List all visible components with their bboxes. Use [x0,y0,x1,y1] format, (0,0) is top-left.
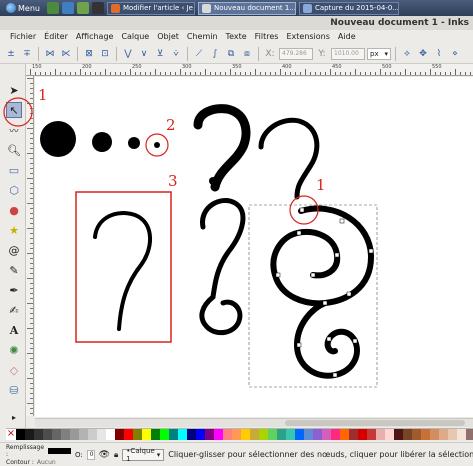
palette-swatch[interactable] [250,429,259,440]
palette-swatch[interactable] [52,429,61,440]
palette-swatch[interactable] [133,429,142,440]
annotation-circle-tool [3,97,33,127]
chevron-down-icon: ▾ [156,450,161,459]
palette-swatch[interactable] [304,429,313,440]
palette-swatch[interactable] [97,429,106,440]
palette-swatch[interactable] [466,429,473,440]
palette-swatch[interactable] [430,429,439,440]
status-message: Cliquer-glisser pour sélectionner des nœ… [168,450,473,459]
palette-swatch[interactable] [286,429,295,440]
palette-swatch[interactable] [403,429,412,440]
palette-swatch[interactable] [205,429,214,440]
opacity-label: O: [75,450,83,459]
stroke-label: Contour : [6,458,34,466]
annotation-number-3: 3 [168,172,178,190]
palette-swatch[interactable] [214,429,223,440]
fill-stroke-indicator: Remplissage : Contour : Aucun [6,443,72,466]
layer-select[interactable]: •Calque 1 ▾ [122,446,165,463]
palette-swatch[interactable] [16,429,25,440]
palette-swatch[interactable] [43,429,52,440]
fill-color-swatch[interactable] [48,447,72,454]
palette-swatch[interactable] [358,429,367,440]
palette-swatch[interactable] [241,429,250,440]
palette-swatch[interactable] [277,429,286,440]
palette-swatch[interactable] [160,429,169,440]
palette-swatch[interactable] [448,429,457,440]
palette-swatch[interactable] [331,429,340,440]
palette-swatch[interactable] [439,429,448,440]
no-paint-swatch-icon[interactable]: × [6,429,16,440]
annotation-number-2: 2 [166,116,176,134]
palette-swatch[interactable] [196,429,205,440]
palette-swatch[interactable] [268,429,277,440]
palette-swatch[interactable] [457,429,466,440]
palette-swatch[interactable] [34,429,43,440]
palette-swatch[interactable] [367,429,376,440]
layer-select-value: •Calque 1 [126,446,155,463]
eye-icon[interactable]: 👁︎ [99,450,110,460]
palette-swatch[interactable] [259,429,268,440]
palette-swatch[interactable] [124,429,133,440]
fill-label: Remplissage : [6,443,45,458]
palette-swatch[interactable] [169,429,178,440]
palette-swatch[interactable] [421,429,430,440]
palette-swatch[interactable] [106,429,115,440]
palette-swatch[interactable] [223,429,232,440]
palette-swatch[interactable] [349,429,358,440]
statusbar: Remplissage : Contour : Aucun O: 0 👁︎ 🔒︎… [0,442,473,466]
stroke-value[interactable]: Aucun [37,459,56,466]
palette-swatch[interactable] [187,429,196,440]
annotation-number-tool: 1 [38,86,48,104]
horizontal-scrollbar[interactable] [35,418,473,427]
palette-swatch[interactable] [115,429,124,440]
scrollbar-thumb[interactable] [285,420,465,426]
palette-swatch[interactable] [376,429,385,440]
palette-swatch[interactable] [232,429,241,440]
palette-swatch[interactable] [178,429,187,440]
palette-swatch[interactable] [295,429,304,440]
palette-swatch[interactable] [385,429,394,440]
palette-swatch[interactable] [340,429,349,440]
palette-swatch[interactable] [394,429,403,440]
palette-swatch[interactable] [61,429,70,440]
palette-swatch[interactable] [79,429,88,440]
palette-swatch[interactable] [70,429,79,440]
opacity-spinner[interactable]: 0 [86,449,95,460]
palette-swatch[interactable] [88,429,97,440]
annotation-number-1: 1 [316,176,326,194]
palette-swatch[interactable] [322,429,331,440]
palette-swatch[interactable] [412,429,421,440]
lock-icon[interactable]: 🔒︎ [114,450,118,460]
palette-swatch[interactable] [313,429,322,440]
palette-swatch[interactable] [151,429,160,440]
color-palette: × [6,428,473,440]
annotation-overlay [3,97,33,127]
palette-swatch[interactable] [25,429,34,440]
palette-swatch[interactable] [142,429,151,440]
